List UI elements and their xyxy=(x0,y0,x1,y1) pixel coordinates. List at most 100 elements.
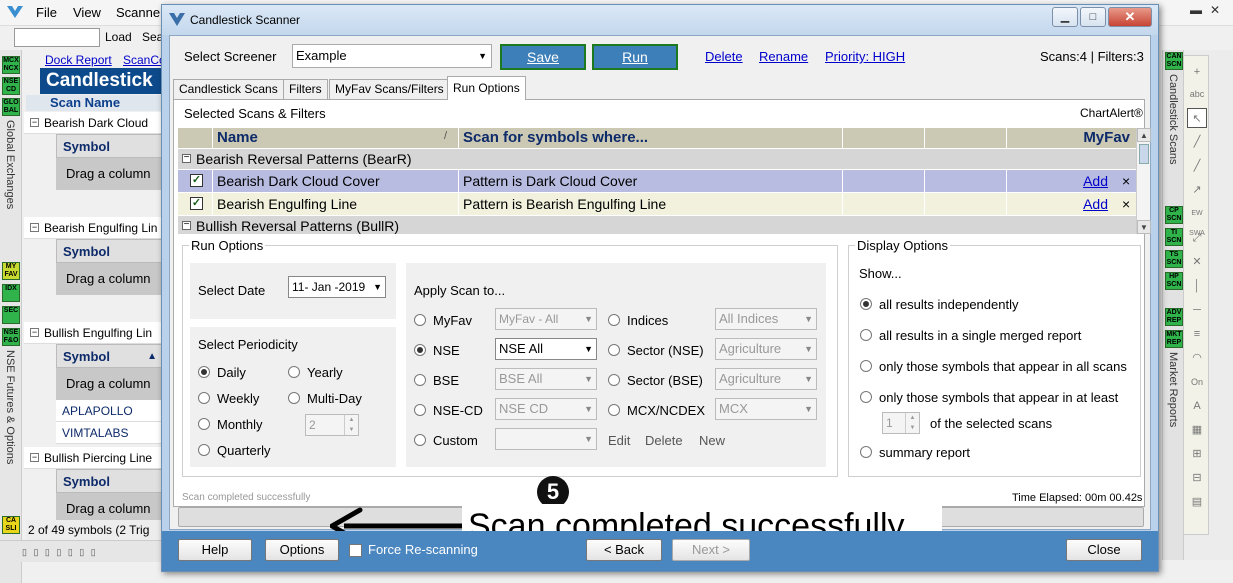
grid-icon[interactable]: ▦ xyxy=(1187,420,1207,440)
ts-scn-icon[interactable]: TS SCN xyxy=(1165,250,1183,268)
grid-group-bullish[interactable]: − Bullish Reversal Patterns (BullR) xyxy=(178,216,1136,234)
radio-daily[interactable] xyxy=(198,366,210,378)
elliott-wave-icon[interactable]: EW SWA xyxy=(1187,204,1207,237)
bg-close-icon[interactable]: ✕ xyxy=(1210,3,1220,17)
cross-icon[interactable]: ✕ xyxy=(1187,252,1207,272)
radio-custom[interactable] xyxy=(414,434,426,446)
ti-scn-icon[interactable]: TI SCN xyxy=(1165,228,1183,246)
menu-file[interactable]: File xyxy=(36,5,57,20)
custom-delete-link[interactable]: Delete xyxy=(645,433,683,448)
bg-section-header[interactable]: − Bullish Piercing Line xyxy=(24,447,165,469)
pointer-icon[interactable]: ↖ xyxy=(1187,108,1207,128)
radio-nse-cd[interactable] xyxy=(414,404,426,416)
on-toggle-icon[interactable]: On xyxy=(1187,372,1207,392)
next-button[interactable]: Next > xyxy=(672,539,750,561)
cp-scn-icon[interactable]: CP SCN xyxy=(1165,206,1183,224)
symbol-column-header[interactable]: Symbol xyxy=(56,134,165,158)
misc-tool-icon[interactable]: ▤ xyxy=(1187,492,1207,512)
fib-icon[interactable]: ≡ xyxy=(1187,324,1207,344)
grid-row[interactable]: ✓ Bearish Engulfing Line Pattern is Bear… xyxy=(178,193,1136,215)
bg-section-header[interactable]: − Bullish Engulfing Lin xyxy=(24,322,165,344)
global-icon[interactable]: GLO BAL xyxy=(2,98,20,116)
sector-bse-select[interactable]: Agriculture ▼ xyxy=(715,368,817,390)
pattern-icon[interactable]: ⊟ xyxy=(1187,468,1207,488)
sec-icon[interactable]: SEC xyxy=(2,306,20,324)
myfav-icon[interactable]: MY FAV xyxy=(2,262,20,280)
tab-filters[interactable]: Filters xyxy=(283,79,328,99)
symbol-column-header[interactable]: Symbol ▲ xyxy=(56,344,165,368)
radio-nse[interactable] xyxy=(414,344,426,356)
bg-section-header[interactable]: − Bearish Dark Cloud xyxy=(24,112,165,134)
myfav-select[interactable]: MyFav - All ▼ xyxy=(495,308,597,330)
radio-quarterly[interactable] xyxy=(198,444,210,456)
close-button[interactable]: Close xyxy=(1066,539,1142,561)
sector-nse-select[interactable]: Agriculture ▼ xyxy=(715,338,817,360)
radio-multi-day[interactable] xyxy=(288,392,300,404)
scroll-down-icon[interactable]: ▼ xyxy=(1137,220,1151,234)
row-add-link[interactable]: Add xyxy=(1006,193,1120,215)
mcx-ncx-icon[interactable]: MCX NCX xyxy=(2,56,20,74)
custom-select[interactable]: ▼ xyxy=(495,428,597,450)
scan-co-link[interactable]: ScanCo xyxy=(123,53,166,67)
text-icon[interactable]: A xyxy=(1187,396,1207,416)
tab-myfav-scans-filters[interactable]: MyFav Scans/Filters xyxy=(329,79,450,99)
trendline-icon[interactable]: ╱ xyxy=(1187,132,1207,152)
radio-mcx-ncdex[interactable] xyxy=(608,404,620,416)
radio-indices[interactable] xyxy=(608,314,620,326)
text-tool-icon[interactable]: abc xyxy=(1187,84,1207,104)
options-button[interactable]: Options xyxy=(265,539,339,561)
radio-all-independently[interactable] xyxy=(860,298,872,310)
force-rescan-checkbox[interactable] xyxy=(349,544,362,557)
channel-icon[interactable]: ⤢ xyxy=(1187,228,1207,248)
radio-all-scans[interactable] xyxy=(860,360,872,372)
bg-section-header[interactable]: − Bearish Engulfing Lin xyxy=(24,217,165,239)
bse-select[interactable]: BSE All ▼ xyxy=(495,368,597,390)
mcx-select[interactable]: MCX ▼ xyxy=(715,398,817,420)
gann-icon[interactable]: ⊞ xyxy=(1187,444,1207,464)
column-name-header[interactable]: Name xyxy=(212,128,458,148)
row-checkbox[interactable]: ✓ xyxy=(190,174,203,187)
custom-edit-link[interactable]: Edit xyxy=(608,433,630,448)
priority-link[interactable]: Priority: HIGH xyxy=(825,49,905,64)
adv-rep-icon[interactable]: ADV REP xyxy=(1165,308,1183,326)
radio-at-least[interactable] xyxy=(860,391,872,403)
date-picker[interactable]: 11- Jan -2019 ▼ xyxy=(288,276,386,298)
symbol-column-header[interactable]: Symbol xyxy=(56,469,165,493)
row-checkbox[interactable]: ✓ xyxy=(190,197,203,210)
delete-link[interactable]: Delete xyxy=(705,49,743,64)
background-load-button[interactable]: Load xyxy=(105,30,132,44)
symbol-row[interactable]: APLAPOLLO xyxy=(56,400,165,422)
minimize-button[interactable]: ▁ xyxy=(1052,7,1078,27)
window-close-button[interactable]: ✕ xyxy=(1108,7,1152,27)
nse-cd-icon[interactable]: NSE CD xyxy=(2,77,20,95)
line-tool-icon[interactable]: ╱ xyxy=(1187,156,1207,176)
vertical-line-icon[interactable]: │ xyxy=(1187,276,1207,296)
maximize-button[interactable]: □ xyxy=(1080,7,1106,27)
radio-myfav[interactable] xyxy=(414,314,426,326)
menu-scanner[interactable]: Scanner xyxy=(116,5,164,20)
radio-sector-nse[interactable] xyxy=(608,344,620,356)
dialog-titlebar[interactable]: Candlestick Scanner ▁ □ ✕ xyxy=(162,5,1158,35)
help-button[interactable]: Help xyxy=(178,539,252,561)
arc-icon[interactable]: ◠ xyxy=(1187,348,1207,368)
row-remove-icon[interactable]: × xyxy=(1122,170,1130,192)
horizontal-line-icon[interactable]: ─ xyxy=(1187,300,1207,320)
row-remove-icon[interactable]: × xyxy=(1122,193,1130,215)
scroll-thumb[interactable] xyxy=(1139,144,1149,164)
bg-minimize-icon[interactable]: ▬ xyxy=(1190,3,1202,17)
row-add-link[interactable]: Add xyxy=(1006,170,1120,192)
symbol-column-header[interactable]: Symbol xyxy=(56,239,165,263)
column-myfav-header[interactable]: MyFav xyxy=(1006,128,1136,148)
tab-run-options[interactable]: Run Options xyxy=(447,76,526,100)
idx-icon[interactable]: IDX xyxy=(2,284,20,302)
radio-weekly[interactable] xyxy=(198,392,210,404)
indices-select[interactable]: All Indices ▼ xyxy=(715,308,817,330)
back-button[interactable]: < Back xyxy=(586,539,662,561)
crosshair-icon[interactable]: + xyxy=(1187,62,1207,82)
radio-summary[interactable] xyxy=(860,446,872,458)
run-button[interactable]: Run xyxy=(592,44,678,70)
hp-scn-icon[interactable]: HP SCN xyxy=(1165,272,1183,290)
radio-single-merged[interactable] xyxy=(860,329,872,341)
radio-bse[interactable] xyxy=(414,374,426,386)
radio-sector-bse[interactable] xyxy=(608,374,620,386)
